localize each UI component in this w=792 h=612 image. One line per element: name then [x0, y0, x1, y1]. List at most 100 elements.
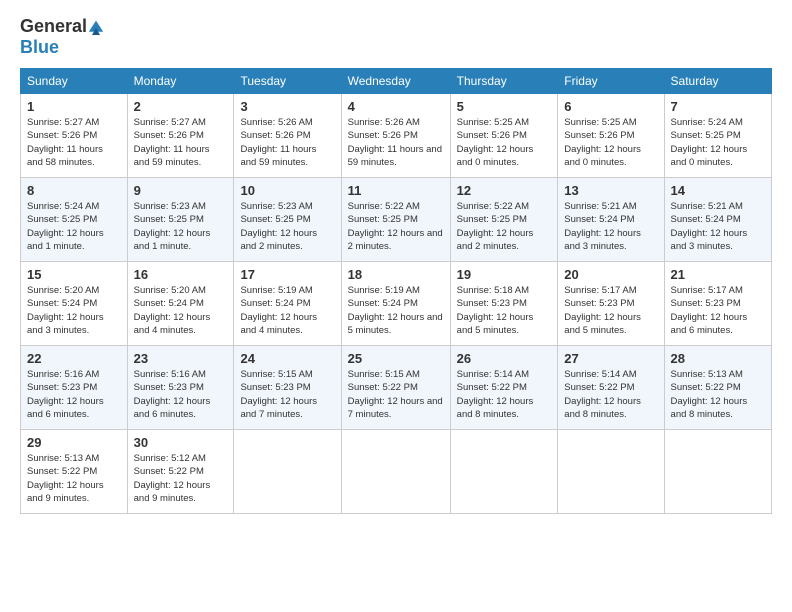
day-detail: Sunrise: 5:21 AMSunset: 5:24 PMDaylight:… [671, 200, 765, 253]
calendar-cell: 22Sunrise: 5:16 AMSunset: 5:23 PMDayligh… [21, 346, 128, 430]
calendar-cell: 8 Sunrise: 5:24 AMSunset: 5:25 PMDaylight… [21, 178, 128, 262]
day-detail: Sunrise: 5:20 AMSunset: 5:24 PMDaylight:… [134, 284, 228, 337]
day-number: 26 [457, 351, 552, 366]
calendar-cell: 20 Sunrise: 5:17 AMSunset: 5:23 PMDayligh… [558, 262, 664, 346]
header: General Blue [20, 16, 772, 58]
calendar-cell: 16 Sunrise: 5:20 AMSunset: 5:24 PMDayligh… [127, 262, 234, 346]
day-number: 1 [27, 99, 121, 114]
calendar-cell: 28 Sunrise: 5:13 AMSunset: 5:22 PMDayligh… [664, 346, 771, 430]
day-detail: Sunrise: 5:25 AMSunset: 5:26 PMDaylight:… [457, 116, 552, 169]
calendar-cell: 6 Sunrise: 5:25 AMSunset: 5:26 PMDaylight… [558, 94, 664, 178]
calendar-header-friday: Friday [558, 69, 664, 94]
calendar-cell: 2 Sunrise: 5:27 AMSunset: 5:26 PMDaylight… [127, 94, 234, 178]
day-number: 16 [134, 267, 228, 282]
day-detail: Sunrise: 5:17 AMSunset: 5:23 PMDaylight:… [564, 284, 657, 337]
calendar-cell: 25 Sunrise: 5:15 AMSunset: 5:22 PMDayligh… [341, 346, 450, 430]
calendar-cell: 13 Sunrise: 5:21 AMSunset: 5:24 PMDayligh… [558, 178, 664, 262]
calendar-week-3: 15 Sunrise: 5:20 AMSunset: 5:24 PMDayligh… [21, 262, 772, 346]
day-detail: Sunrise: 5:19 AMSunset: 5:24 PMDaylight:… [240, 284, 334, 337]
day-number: 13 [564, 183, 657, 198]
day-detail: Sunrise: 5:27 AMSunset: 5:26 PMDaylight:… [27, 116, 121, 169]
calendar-week-1: 1 Sunrise: 5:27 AMSunset: 5:26 PMDaylight… [21, 94, 772, 178]
calendar-header-row: SundayMondayTuesdayWednesdayThursdayFrid… [21, 69, 772, 94]
logo: General Blue [20, 16, 104, 58]
calendar-cell: 9Sunrise: 5:23 AMSunset: 5:25 PMDaylight… [127, 178, 234, 262]
page: General Blue SundayMondayTuesdayWednesda… [0, 0, 792, 612]
calendar-cell: 17 Sunrise: 5:19 AMSunset: 5:24 PMDayligh… [234, 262, 341, 346]
logo-icon [88, 19, 104, 35]
day-detail: Sunrise: 5:15 AMSunset: 5:23 PMDaylight:… [240, 368, 334, 421]
day-number: 18 [348, 267, 444, 282]
calendar-header-thursday: Thursday [450, 69, 558, 94]
day-number: 6 [564, 99, 657, 114]
day-detail: Sunrise: 5:16 AMSunset: 5:23 PMDaylight:… [27, 368, 121, 421]
calendar-cell: 24Sunrise: 5:15 AMSunset: 5:23 PMDayligh… [234, 346, 341, 430]
calendar-cell: 27 Sunrise: 5:14 AMSunset: 5:22 PMDayligh… [558, 346, 664, 430]
calendar-header-monday: Monday [127, 69, 234, 94]
calendar-cell: 11 Sunrise: 5:22 AMSunset: 5:25 PMDayligh… [341, 178, 450, 262]
day-number: 3 [240, 99, 334, 114]
day-detail: Sunrise: 5:16 AMSunset: 5:23 PMDaylight:… [134, 368, 228, 421]
day-number: 9 [134, 183, 228, 198]
day-number: 14 [671, 183, 765, 198]
logo-blue-text: Blue [20, 37, 59, 57]
day-detail: Sunrise: 5:17 AMSunset: 5:23 PMDaylight:… [671, 284, 765, 337]
day-detail: Sunrise: 5:25 AMSunset: 5:26 PMDaylight:… [564, 116, 657, 169]
calendar-cell: 4Sunrise: 5:26 AMSunset: 5:26 PMDaylight… [341, 94, 450, 178]
day-detail: Sunrise: 5:22 AMSunset: 5:25 PMDaylight:… [348, 200, 444, 253]
calendar-cell: 23Sunrise: 5:16 AMSunset: 5:23 PMDayligh… [127, 346, 234, 430]
day-detail: Sunrise: 5:15 AMSunset: 5:22 PMDaylight:… [348, 368, 444, 421]
day-number: 17 [240, 267, 334, 282]
day-detail: Sunrise: 5:18 AMSunset: 5:23 PMDaylight:… [457, 284, 552, 337]
calendar-cell [450, 430, 558, 514]
logo-general-text: General [20, 16, 87, 37]
calendar-cell [341, 430, 450, 514]
calendar-header-tuesday: Tuesday [234, 69, 341, 94]
day-number: 27 [564, 351, 657, 366]
day-number: 4 [348, 99, 444, 114]
day-number: 21 [671, 267, 765, 282]
day-number: 29 [27, 435, 121, 450]
calendar-cell: 10Sunrise: 5:23 AMSunset: 5:25 PMDayligh… [234, 178, 341, 262]
day-detail: Sunrise: 5:21 AMSunset: 5:24 PMDaylight:… [564, 200, 657, 253]
day-number: 8 [27, 183, 121, 198]
calendar-table: SundayMondayTuesdayWednesdayThursdayFrid… [20, 68, 772, 514]
day-number: 11 [348, 183, 444, 198]
day-detail: Sunrise: 5:13 AMSunset: 5:22 PMDaylight:… [27, 452, 121, 505]
calendar-cell: 1 Sunrise: 5:27 AMSunset: 5:26 PMDaylight… [21, 94, 128, 178]
day-detail: Sunrise: 5:14 AMSunset: 5:22 PMDaylight:… [457, 368, 552, 421]
calendar-header-wednesday: Wednesday [341, 69, 450, 94]
calendar-week-2: 8 Sunrise: 5:24 AMSunset: 5:25 PMDaylight… [21, 178, 772, 262]
calendar-cell: 29 Sunrise: 5:13 AMSunset: 5:22 PMDayligh… [21, 430, 128, 514]
day-number: 28 [671, 351, 765, 366]
day-detail: Sunrise: 5:26 AMSunset: 5:26 PMDaylight:… [240, 116, 334, 169]
calendar-cell: 5 Sunrise: 5:25 AMSunset: 5:26 PMDaylight… [450, 94, 558, 178]
day-number: 25 [348, 351, 444, 366]
day-detail: Sunrise: 5:20 AMSunset: 5:24 PMDaylight:… [27, 284, 121, 337]
day-detail: Sunrise: 5:14 AMSunset: 5:22 PMDaylight:… [564, 368, 657, 421]
day-detail: Sunrise: 5:27 AMSunset: 5:26 PMDaylight:… [134, 116, 228, 169]
calendar-cell: 15 Sunrise: 5:20 AMSunset: 5:24 PMDayligh… [21, 262, 128, 346]
calendar-cell: 14 Sunrise: 5:21 AMSunset: 5:24 PMDayligh… [664, 178, 771, 262]
day-detail: Sunrise: 5:22 AMSunset: 5:25 PMDaylight:… [457, 200, 552, 253]
day-number: 2 [134, 99, 228, 114]
calendar-cell: 26 Sunrise: 5:14 AMSunset: 5:22 PMDayligh… [450, 346, 558, 430]
day-number: 5 [457, 99, 552, 114]
calendar-cell: 7 Sunrise: 5:24 AMSunset: 5:25 PMDaylight… [664, 94, 771, 178]
calendar-cell: 3 Sunrise: 5:26 AMSunset: 5:26 PMDaylight… [234, 94, 341, 178]
calendar-week-5: 29 Sunrise: 5:13 AMSunset: 5:22 PMDayligh… [21, 430, 772, 514]
calendar-cell [558, 430, 664, 514]
calendar-cell [664, 430, 771, 514]
day-number: 7 [671, 99, 765, 114]
calendar-cell: 18Sunrise: 5:19 AMSunset: 5:24 PMDayligh… [341, 262, 450, 346]
day-number: 20 [564, 267, 657, 282]
calendar-body: 1 Sunrise: 5:27 AMSunset: 5:26 PMDaylight… [21, 94, 772, 514]
day-detail: Sunrise: 5:13 AMSunset: 5:22 PMDaylight:… [671, 368, 765, 421]
day-detail: Sunrise: 5:24 AMSunset: 5:25 PMDaylight:… [27, 200, 121, 253]
calendar-cell: 21 Sunrise: 5:17 AMSunset: 5:23 PMDayligh… [664, 262, 771, 346]
day-number: 10 [240, 183, 334, 198]
calendar-header-saturday: Saturday [664, 69, 771, 94]
day-detail: Sunrise: 5:24 AMSunset: 5:25 PMDaylight:… [671, 116, 765, 169]
day-number: 12 [457, 183, 552, 198]
day-number: 15 [27, 267, 121, 282]
